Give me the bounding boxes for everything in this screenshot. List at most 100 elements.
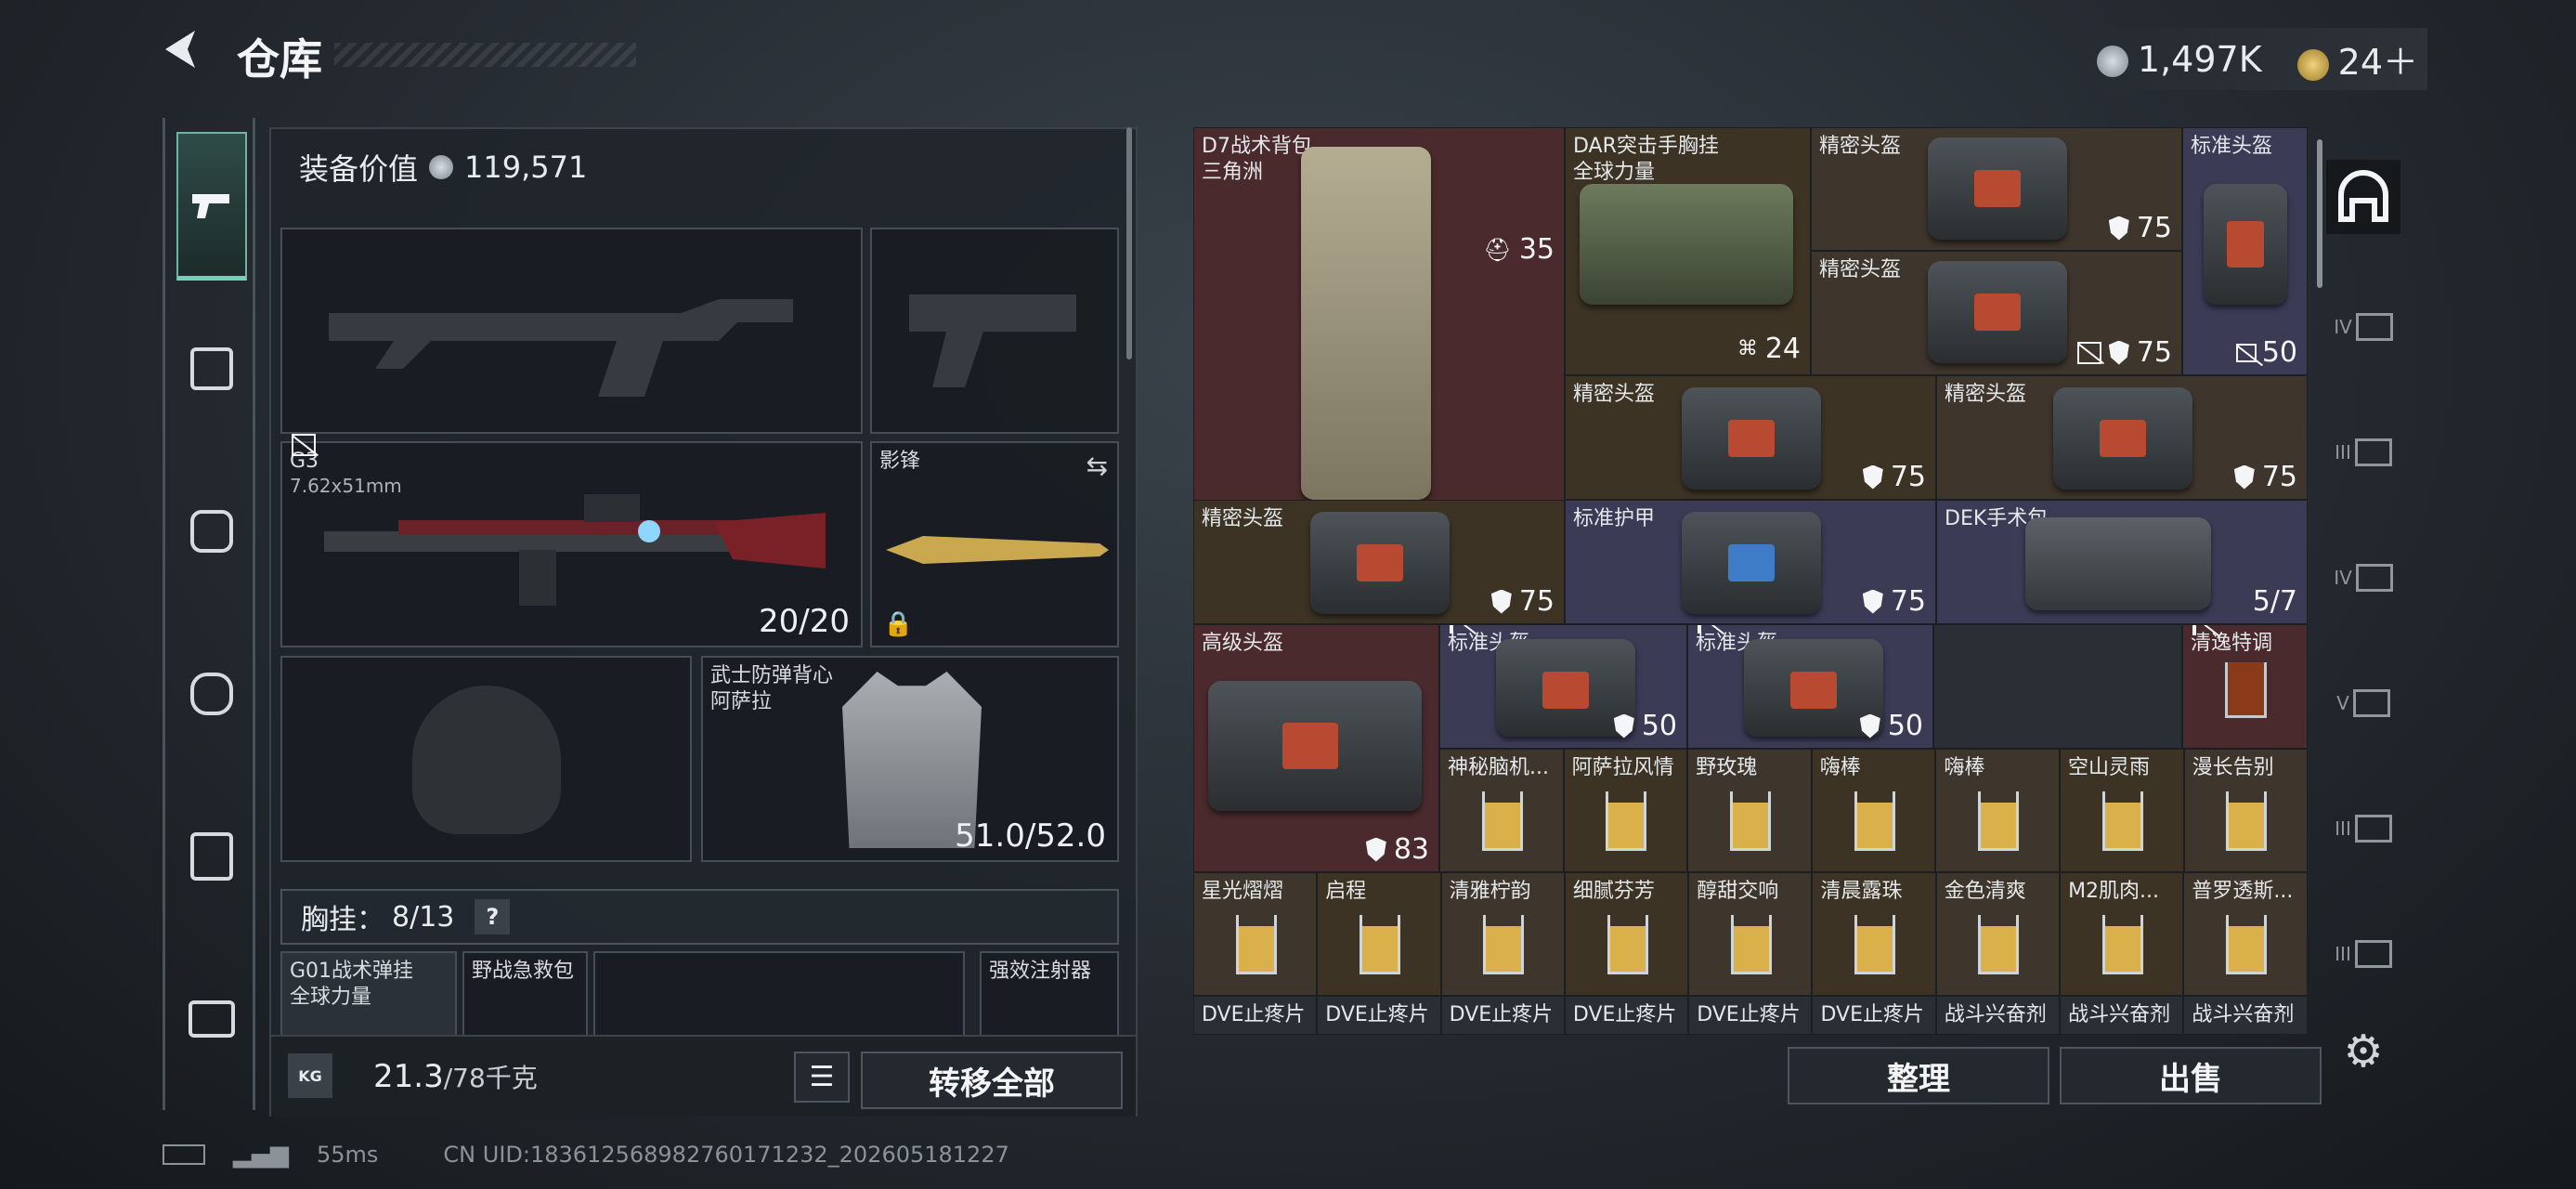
item-name: 嗨棒 [1819, 756, 1861, 779]
tab-stash-3[interactable]: III [2326, 415, 2400, 490]
stash-item[interactable]: DVE止疼片 [1812, 996, 1936, 1035]
stash-item[interactable]: 星光熠熠 [1193, 872, 1318, 996]
currency-gold[interactable]: 24＋ [2296, 33, 2418, 85]
stash-item[interactable]: 空山灵雨 [2059, 749, 2184, 872]
item-name: 神秘脑机... [1448, 756, 1549, 779]
sell-button[interactable]: 出售 [2060, 1047, 2322, 1104]
item-name: 清雅柠韵 [1449, 880, 1531, 903]
stash-item[interactable]: 标准头盔 50 [1439, 624, 1687, 749]
item-sub: 三角洲 [1202, 160, 1264, 184]
folder-icon [2355, 564, 2393, 592]
stash-item[interactable]: 精密头盔 75 [1565, 375, 1936, 500]
list-view-button[interactable]: ☰ [794, 1052, 850, 1103]
drink-icon [1978, 791, 2020, 851]
silver-amount: 1,497K [2137, 38, 2262, 80]
rig-item-name: G01战术弹挂 [290, 960, 414, 983]
item-name: 星光熠熠 [1202, 880, 1284, 903]
warehouse-icon [2338, 170, 2388, 222]
tab-stash-7[interactable]: III [2326, 917, 2400, 991]
equip-scrollbar[interactable] [1126, 127, 1132, 359]
nav-weapons[interactable] [176, 132, 247, 281]
drink-icon [2101, 791, 2143, 851]
stash-item[interactable]: 醇甜交响 [1688, 872, 1813, 996]
rig-item-name: 野战急救包 [472, 960, 575, 983]
stash-item[interactable]: DVE止疼片 [1193, 996, 1318, 1035]
item-name: 空山灵雨 [2067, 756, 2150, 779]
stash-empty-cell[interactable] [1933, 624, 2182, 749]
stash-item[interactable]: 启程 [1317, 872, 1441, 996]
item-name: DVE止疼片 [1820, 1003, 1924, 1026]
back-button[interactable] [158, 26, 214, 82]
stash-item[interactable]: 阿萨拉风情 [1563, 749, 1688, 872]
rig-count: 8/13 [392, 900, 455, 934]
item-value: 83 [1393, 833, 1429, 866]
stash-item[interactable]: DAR突击手胸挂 全球力量 ⌘ 24 [1565, 127, 1811, 375]
stash-item[interactable]: 标准护甲 75 [1565, 500, 1936, 624]
backpack-capacity-icon: ⛑ [1483, 236, 1512, 263]
currency-bar: 1,497K 24＋ [2087, 28, 2427, 90]
stash-item[interactable]: 高级头盔 83 [1193, 624, 1439, 872]
settings-button[interactable]: ⚙ [2326, 1014, 2400, 1089]
backpack-item-icon [1301, 147, 1431, 500]
stash-item[interactable]: 普罗透斯... [2183, 872, 2308, 996]
no-insure-icon [1450, 625, 1453, 634]
weight-text: 21.3/78千克 [373, 1058, 538, 1095]
stash-item[interactable]: 神秘脑机... [1439, 749, 1564, 872]
title-stripe [334, 43, 636, 67]
melee-slot[interactable]: 影锋 ⇆ 🔒 [870, 441, 1119, 647]
stash-item[interactable]: 嗨棒 [1811, 749, 1936, 872]
stash-item[interactable]: DVE止疼片 [1317, 996, 1441, 1035]
organize-button[interactable]: 整理 [1788, 1047, 2049, 1104]
stash-item[interactable]: DVE止疼片 [1440, 996, 1565, 1035]
stash-item[interactable]: 漫长告别 [2183, 749, 2309, 872]
swap-icon[interactable]: ⇆ [1086, 451, 1108, 481]
armor-item-icon [1682, 512, 1821, 614]
stash-item[interactable]: 战斗兴奋剂 [1935, 996, 2061, 1035]
stash-item[interactable]: 战斗兴奋剂 [2060, 996, 2184, 1035]
nav-armor[interactable] [176, 294, 247, 443]
item-name: 精密头盔 [1819, 258, 1902, 281]
stash-item[interactable]: DEK手术包 5/7 [1936, 500, 2308, 624]
nav-rig[interactable] [176, 782, 247, 931]
item-name: DVE止疼片 [1572, 1003, 1677, 1026]
tab-stash-main[interactable] [2326, 160, 2400, 234]
tab-level-label: IV [2334, 567, 2352, 589]
stash-item[interactable]: 野玫瑰 [1687, 749, 1812, 872]
transfer-all-button[interactable]: 转移全部 [861, 1052, 1123, 1109]
briefcase-icon [189, 1000, 235, 1038]
nav-bag[interactable] [176, 620, 247, 768]
stash-item[interactable]: 清雅柠韵 [1440, 872, 1565, 996]
primary-weapon-g3[interactable]: G3 7.62x51mm 20/20 [280, 434, 863, 647]
stash-item[interactable]: M2肌肉... [2060, 872, 2184, 996]
stash-item[interactable]: 细腻芬芳 [1564, 872, 1689, 996]
stash-item[interactable]: 金色清爽 [1935, 872, 2061, 996]
tab-stash-2[interactable]: IV [2326, 290, 2400, 364]
tab-stash-6[interactable]: III [2326, 791, 2400, 866]
stash-item[interactable]: 清晨露珠 [1812, 872, 1936, 996]
tab-stash-5[interactable]: V [2326, 666, 2400, 740]
stash-item[interactable]: DVE止疼片 [1688, 996, 1813, 1035]
stash-item[interactable]: 清逸特调 [2182, 624, 2308, 749]
stash-item[interactable]: 嗨棒 [1935, 749, 2060, 872]
stash-item[interactable]: 标准头盔 50 [1687, 624, 1933, 749]
stash-item[interactable]: 精密头盔 75 [1193, 500, 1565, 624]
primary-weapon-slot-empty[interactable] [280, 228, 863, 434]
nav-case[interactable] [176, 945, 247, 1093]
helmet-slot-empty[interactable] [280, 656, 692, 862]
rig-capacity-icon: ⌘ [1737, 337, 1758, 360]
stash-item[interactable]: 精密头盔 75 [1811, 251, 2182, 375]
page-title: 仓库 [237, 34, 322, 85]
item-name: 漫长告别 [2192, 756, 2274, 779]
item-value: 75 [2136, 336, 2172, 369]
tab-stash-4[interactable]: IV [2326, 541, 2400, 615]
secondary-weapon-slot-empty[interactable] [870, 228, 1119, 434]
nav-backpack[interactable] [176, 457, 247, 606]
stash-item[interactable]: 标准头盔 50 [2182, 127, 2308, 375]
armor-slot[interactable]: 武士防弹背心 阿萨拉 51.0/52.0 [701, 656, 1119, 862]
stash-item[interactable]: DVE止疼片 [1564, 996, 1689, 1035]
stash-item[interactable]: 精密头盔 75 [1811, 127, 2182, 251]
help-icon[interactable]: ? [475, 899, 511, 934]
stash-item[interactable]: 战斗兴奋剂 [2183, 996, 2308, 1035]
stash-item[interactable]: 精密头盔 75 [1936, 375, 2308, 500]
rig-label: 胸挂： [301, 904, 384, 936]
